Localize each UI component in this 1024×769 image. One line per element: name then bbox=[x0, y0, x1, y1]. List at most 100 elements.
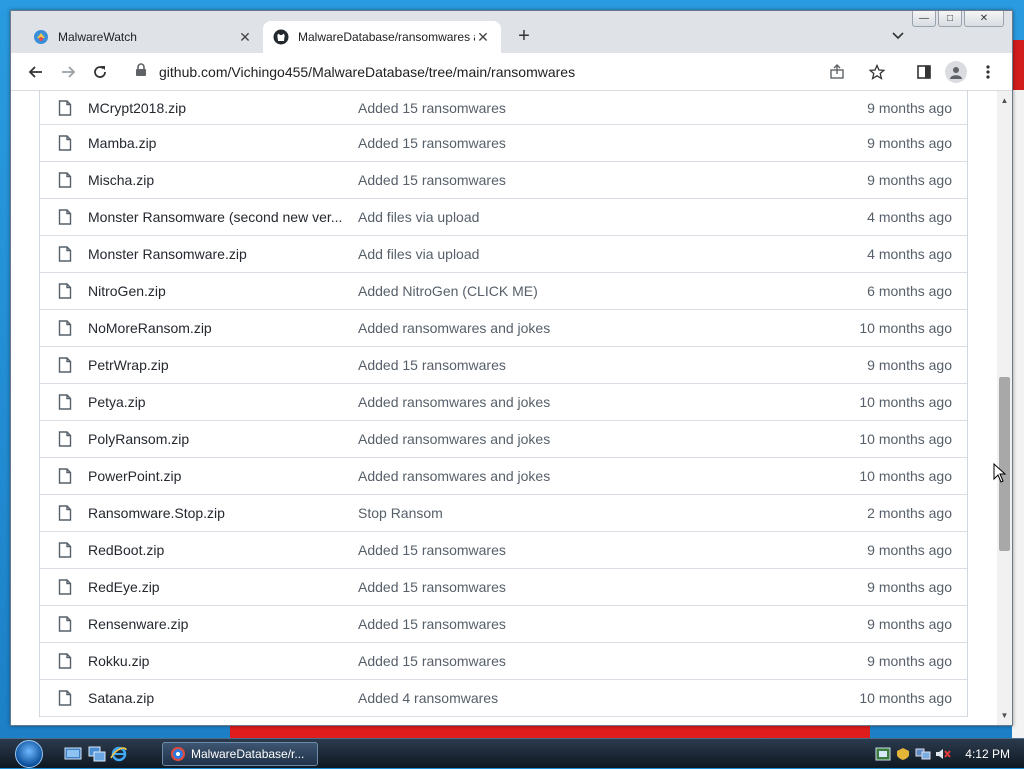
commit-message-link[interactable]: Add files via upload bbox=[358, 209, 807, 225]
commit-message-link[interactable]: Added ransomwares and jokes bbox=[358, 431, 807, 447]
taskbar-chrome-window-button[interactable]: MalwareDatabase/r... bbox=[162, 742, 318, 766]
commit-age: 9 months ago bbox=[867, 542, 952, 558]
file-row[interactable]: MCrypt2018.zip Added 15 ransomwares 9 mont… bbox=[40, 91, 967, 125]
switch-windows-icon[interactable] bbox=[88, 746, 106, 762]
back-button[interactable] bbox=[25, 61, 47, 83]
page-content: MCrypt2018.zip Added 15 ransomwares 9 mont… bbox=[11, 91, 997, 725]
tab-malwaredatabase[interactable]: MalwareDatabase/ransomwares a ✕ bbox=[263, 21, 501, 53]
system-tray: 4:12 PM bbox=[875, 739, 1024, 769]
tray-safety-icon[interactable] bbox=[895, 747, 911, 761]
commit-message-link[interactable]: Added ransomwares and jokes bbox=[358, 468, 807, 484]
tray-app-icon[interactable] bbox=[875, 747, 891, 761]
file-name-link[interactable]: RedBoot.zip bbox=[88, 542, 358, 558]
file-icon bbox=[58, 394, 74, 410]
file-row[interactable]: RedBoot.zip Added 15 ransomwares 9 months … bbox=[40, 532, 967, 569]
file-name-link[interactable]: Monster Ransomware.zip bbox=[88, 246, 358, 262]
file-name-link[interactable]: Rokku.zip bbox=[88, 653, 358, 669]
forward-button[interactable] bbox=[57, 61, 79, 83]
file-name-link[interactable]: Monster Ransomware (second new ver... bbox=[88, 209, 358, 225]
close-tab-icon[interactable]: ✕ bbox=[237, 29, 253, 46]
commit-message-link[interactable]: Added 15 ransomwares bbox=[358, 357, 807, 373]
commit-message-link[interactable]: Added 4 ransomwares bbox=[358, 690, 807, 706]
file-name-link[interactable]: PolyRansom.zip bbox=[88, 431, 358, 447]
file-name-link[interactable]: Mamba.zip bbox=[88, 135, 358, 151]
file-row[interactable]: Satana.zip Added 4 ransomwares 10 months a… bbox=[40, 680, 967, 717]
commit-message-link[interactable]: Added 15 ransomwares bbox=[358, 579, 807, 595]
file-name-link[interactable]: NoMoreRansom.zip bbox=[88, 320, 358, 336]
side-panel-icon[interactable] bbox=[913, 61, 935, 83]
tab-malwarewatch[interactable]: MalwareWatch ✕ bbox=[23, 21, 263, 53]
browser-toolbar: github.com/Vichingo455/MalwareDatabase/t… bbox=[11, 53, 1012, 91]
file-name-link[interactable]: PetrWrap.zip bbox=[88, 357, 358, 373]
commit-message-link[interactable]: Stop Ransom bbox=[358, 505, 807, 521]
show-desktop-icon[interactable] bbox=[64, 746, 82, 762]
browser-window: — □ ✕ MalwareWatch ✕ MalwareDatabase/ran… bbox=[10, 10, 1013, 726]
tab-search-chevron-icon[interactable] bbox=[892, 29, 904, 43]
file-row[interactable]: Rokku.zip Added 15 ransomwares 9 months ag… bbox=[40, 643, 967, 680]
commit-message-link[interactable]: Added ransomwares and jokes bbox=[358, 394, 807, 410]
file-row[interactable]: RedEye.zip Added 15 ransomwares 9 months a… bbox=[40, 569, 967, 606]
file-name-link[interactable]: MCrypt2018.zip bbox=[88, 100, 358, 116]
menu-kebab-icon[interactable] bbox=[977, 61, 999, 83]
github-icon bbox=[273, 29, 289, 45]
commit-message-link[interactable]: Add files via upload bbox=[358, 246, 807, 262]
share-icon[interactable] bbox=[827, 64, 847, 80]
file-row[interactable]: NoMoreRansom.zip Added ransomwares and jo… bbox=[40, 310, 967, 347]
file-row[interactable]: PetrWrap.zip Added 15 ransomwares 9 months… bbox=[40, 347, 967, 384]
file-icon bbox=[58, 172, 74, 188]
file-name-link[interactable]: Satana.zip bbox=[88, 690, 358, 706]
scroll-up-arrow-icon[interactable]: ▲ bbox=[997, 93, 1012, 108]
tab-title: MalwareDatabase/ransomwares a bbox=[298, 30, 475, 44]
file-row[interactable]: Monster Ransomware (second new ver... Add… bbox=[40, 199, 967, 236]
commit-message-link[interactable]: Added 15 ransomwares bbox=[358, 100, 807, 116]
chrome-icon bbox=[171, 747, 185, 761]
file-name-link[interactable]: Ransomware.Stop.zip bbox=[88, 505, 358, 521]
commit-age: 10 months ago bbox=[859, 394, 952, 410]
file-name-link[interactable]: Petya.zip bbox=[88, 394, 358, 410]
commit-message-link[interactable]: Added 15 ransomwares bbox=[358, 653, 807, 669]
volume-muted-icon[interactable] bbox=[935, 747, 952, 761]
profile-button[interactable] bbox=[945, 61, 967, 83]
file-name-link[interactable]: Mischa.zip bbox=[88, 172, 358, 188]
file-row[interactable]: Mischa.zip Added 15 ransomwares 9 months a… bbox=[40, 162, 967, 199]
desktop-wallpaper-strip bbox=[230, 726, 870, 738]
commit-message-link[interactable]: Added NitroGen (CLICK ME) bbox=[358, 283, 807, 299]
file-name-link[interactable]: Rensenware.zip bbox=[88, 616, 358, 632]
vertical-scrollbar[interactable]: ▲ ▼ bbox=[997, 91, 1012, 725]
reload-button[interactable] bbox=[89, 61, 111, 83]
file-row[interactable]: PowerPoint.zip Added ransomwares and joke… bbox=[40, 458, 967, 495]
file-row[interactable]: Rensenware.zip Added 15 ransomwares 9 mont… bbox=[40, 606, 967, 643]
new-tab-button[interactable]: + bbox=[513, 26, 535, 48]
bookmark-star-icon[interactable] bbox=[867, 64, 887, 80]
file-row[interactable]: NitroGen.zip Added NitroGen (CLICK ME) 6 m… bbox=[40, 273, 967, 310]
file-icon bbox=[58, 135, 74, 151]
file-name-link[interactable]: NitroGen.zip bbox=[88, 283, 358, 299]
address-bar[interactable]: github.com/Vichingo455/MalwareDatabase/t… bbox=[127, 57, 907, 87]
maximize-button[interactable]: □ bbox=[938, 11, 962, 27]
file-row[interactable]: Ransomware.Stop.zip Stop Ransom 2 months a… bbox=[40, 495, 967, 532]
commit-message-link[interactable]: Added ransomwares and jokes bbox=[358, 320, 807, 336]
scroll-down-arrow-icon[interactable]: ▼ bbox=[997, 708, 1012, 723]
file-row[interactable]: PolyRansom.zip Added ransomwares and joke… bbox=[40, 421, 967, 458]
close-tab-icon[interactable]: ✕ bbox=[475, 29, 491, 46]
close-window-button[interactable]: ✕ bbox=[964, 11, 1004, 27]
internet-explorer-icon[interactable] bbox=[110, 746, 128, 762]
start-button[interactable] bbox=[12, 739, 46, 769]
taskbar-clock[interactable]: 4:12 PM bbox=[965, 747, 1010, 761]
commit-message-link[interactable]: Added 15 ransomwares bbox=[358, 135, 807, 151]
file-row[interactable]: Mamba.zip Added 15 ransomwares 9 months ag… bbox=[40, 125, 967, 162]
file-name-link[interactable]: RedEye.zip bbox=[88, 579, 358, 595]
commit-message-link[interactable]: Added 15 ransomwares bbox=[358, 172, 807, 188]
network-icon[interactable] bbox=[915, 747, 931, 761]
commit-message-link[interactable]: Added 15 ransomwares bbox=[358, 542, 807, 558]
file-row[interactable]: Petya.zip Added ransomwares and jokes 10 m… bbox=[40, 384, 967, 421]
commit-age: 4 months ago bbox=[867, 209, 952, 225]
file-name-link[interactable]: PowerPoint.zip bbox=[88, 468, 358, 484]
file-icon bbox=[58, 431, 74, 447]
minimize-button[interactable]: — bbox=[912, 11, 936, 27]
lock-icon[interactable] bbox=[135, 62, 149, 82]
file-row[interactable]: Monster Ransomware.zip Add files via uplo… bbox=[40, 236, 967, 273]
file-icon bbox=[58, 99, 74, 116]
commit-message-link[interactable]: Added 15 ransomwares bbox=[358, 616, 807, 632]
commit-age: 9 months ago bbox=[867, 357, 952, 373]
